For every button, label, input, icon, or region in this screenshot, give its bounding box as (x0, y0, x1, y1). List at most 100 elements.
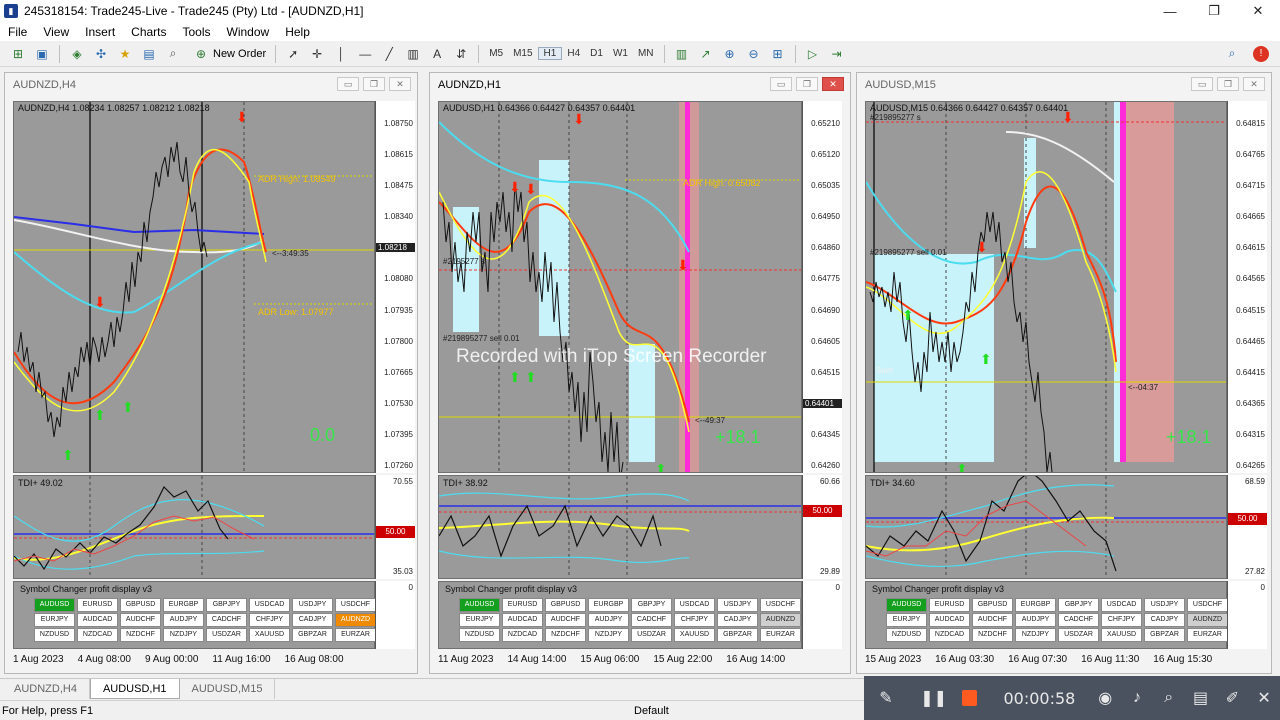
symbol-button-xauusd[interactable]: XAUUSD (249, 628, 290, 642)
symbol-button-eurusd[interactable]: EURUSD (502, 598, 543, 612)
symbol-button-audusd[interactable]: AUDUSD (886, 598, 927, 612)
timeframe-h4[interactable]: H4 (562, 48, 585, 59)
symbol-button-eurjpy[interactable]: EURJPY (886, 613, 927, 627)
symbol-button-audjpy[interactable]: AUDJPY (163, 613, 204, 627)
symbol-button-usdzar[interactable]: USDZAR (631, 628, 672, 642)
cursor-icon[interactable]: ➚ (284, 45, 302, 63)
close-button[interactable]: ✕ (1236, 0, 1280, 22)
crosshair-icon[interactable]: ✛ (308, 45, 326, 63)
symbol-button-nzdjpy[interactable]: NZDJPY (588, 628, 629, 642)
timeframe-h1[interactable]: H1 (537, 47, 563, 60)
stop-button[interactable] (961, 690, 978, 706)
tdi-panel[interactable]: TDI+ 38.92 (438, 475, 802, 579)
vertical-line-icon[interactable]: │ (332, 45, 350, 63)
symbol-button-gbpusd[interactable]: GBPUSD (972, 598, 1013, 612)
restore-button[interactable]: ❐ (1192, 0, 1236, 22)
symbol-button-usdzar[interactable]: USDZAR (206, 628, 247, 642)
symbol-button-nzdchf[interactable]: NZDCHF (972, 628, 1013, 642)
price-chart[interactable]: ⬇ ⬇ ⬇ ⬇ ⬆ ⬆ ⬆ AUDUSD,H1 0.64366 0.64427 … (438, 101, 802, 473)
symbol-button-xauusd[interactable]: XAUUSD (1101, 628, 1142, 642)
chart-minimize-button[interactable]: ▭ (337, 77, 359, 91)
symbol-button-usdzar[interactable]: USDZAR (1058, 628, 1099, 642)
timeframe-w1[interactable]: W1 (608, 48, 633, 59)
symbol-button-audcad[interactable]: AUDCAD (929, 613, 970, 627)
symbol-button-audcad[interactable]: AUDCAD (77, 613, 118, 627)
new-chart-icon[interactable]: ⊞ (9, 45, 27, 63)
symbol-button-gbpzar[interactable]: GBPZAR (292, 628, 333, 642)
new-order-button[interactable]: ⊕ New Order (185, 44, 270, 64)
arrows-icon[interactable]: ⇵ (452, 45, 470, 63)
data-window-icon[interactable]: ✣ (92, 45, 110, 63)
symbol-button-chfjpy[interactable]: CHFJPY (1101, 613, 1142, 627)
alert-icon[interactable]: ! (1253, 45, 1269, 62)
symbol-button-nzdcad[interactable]: NZDCAD (502, 628, 543, 642)
close-recorder-icon[interactable]: ✕ (1248, 682, 1280, 714)
symbol-button-cadchf[interactable]: CADCHF (206, 613, 247, 627)
symbol-button-eurusd[interactable]: EURUSD (77, 598, 118, 612)
symbol-button-gbpzar[interactable]: GBPZAR (717, 628, 758, 642)
chart-window-audusd-m15[interactable]: AUDUSD,M15 ▭ ❐ ✕ ⬇ ⬇ ⬆ ⬆ ⬆ AUDUSD,M15 0.… (856, 72, 1272, 674)
symbol-button-eurgbp[interactable]: EURGBP (588, 598, 629, 612)
symbol-button-gbpjpy[interactable]: GBPJPY (631, 598, 672, 612)
symbol-button-audusd[interactable]: AUDUSD (34, 598, 75, 612)
timeframe-d1[interactable]: D1 (585, 48, 608, 59)
symbol-button-nzdusd[interactable]: NZDUSD (886, 628, 927, 642)
menu-view[interactable]: View (35, 25, 77, 39)
trendline-icon[interactable]: ╱ (380, 45, 398, 63)
symbol-button-cadjpy[interactable]: CADJPY (1144, 613, 1185, 627)
menu-tools[interactable]: Tools (175, 25, 219, 39)
symbol-button-usdchf[interactable]: USDCHF (760, 598, 801, 612)
horizontal-line-icon[interactable]: — (356, 45, 374, 63)
symbol-button-audjpy[interactable]: AUDJPY (1015, 613, 1056, 627)
text-icon[interactable]: A (428, 45, 446, 63)
chart-restore-button[interactable]: ❐ (796, 77, 818, 91)
symbol-button-audchf[interactable]: AUDCHF (972, 613, 1013, 627)
symbol-button-audcad[interactable]: AUDCAD (502, 613, 543, 627)
symbol-button-usdchf[interactable]: USDCHF (1187, 598, 1228, 612)
chart-close-button[interactable]: ✕ (1243, 77, 1265, 91)
symbol-button-usdjpy[interactable]: USDJPY (717, 598, 758, 612)
chart-restore-button[interactable]: ❐ (363, 77, 385, 91)
terminal-icon[interactable]: ▤ (140, 45, 158, 63)
auto-scroll-icon[interactable]: ▷ (804, 45, 822, 63)
tdi-panel[interactable]: TDI+ 34.60 (865, 475, 1227, 579)
symbol-button-gbpzar[interactable]: GBPZAR (1144, 628, 1185, 642)
pause-icon[interactable]: ❚❚ (918, 682, 950, 714)
microphone-icon[interactable]: ♪ (1121, 682, 1153, 714)
chart-restore-button[interactable]: ❐ (1217, 77, 1239, 91)
symbol-button-nzdcad[interactable]: NZDCAD (77, 628, 118, 642)
symbol-button-eurzar[interactable]: EURZAR (335, 628, 376, 642)
tdi-panel[interactable]: TDI+ 49.02 (13, 475, 375, 579)
symbol-button-eurgbp[interactable]: EURGBP (163, 598, 204, 612)
symbol-button-xauusd[interactable]: XAUUSD (674, 628, 715, 642)
zoom-out-icon[interactable]: ⊖ (745, 45, 763, 63)
symbol-button-nzdjpy[interactable]: NZDJPY (1015, 628, 1056, 642)
symbol-button-nzdchf[interactable]: NZDCHF (120, 628, 161, 642)
tab-audusd-m15[interactable]: AUDUSD,M15 (180, 679, 276, 699)
navigator-icon[interactable]: ★ (116, 45, 134, 63)
price-axis[interactable]: 0.65210 0.65120 0.65035 0.64950 0.64860 0.647… (802, 101, 842, 473)
symbol-button-nzdchf[interactable]: NZDCHF (545, 628, 586, 642)
symbol-button-eurgbp[interactable]: EURGBP (1015, 598, 1056, 612)
symbol-button-audchf[interactable]: AUDCHF (545, 613, 586, 627)
price-chart[interactable]: ⬇ ⬇ ⬆ ⬆ ⬆ AUDNZD,H4 1.08234 1.08257 1.08… (13, 101, 375, 473)
market-watch-icon[interactable]: ◈ (68, 45, 86, 63)
symbol-button-eurzar[interactable]: EURZAR (760, 628, 801, 642)
symbol-button-eurzar[interactable]: EURZAR (1187, 628, 1228, 642)
symbol-button-eurusd[interactable]: EURUSD (929, 598, 970, 612)
symbol-button-cadjpy[interactable]: CADJPY (292, 613, 333, 627)
chart-minimize-button[interactable]: ▭ (1191, 77, 1213, 91)
symbol-button-cadchf[interactable]: CADCHF (631, 613, 672, 627)
symbol-button-usdjpy[interactable]: USDJPY (292, 598, 333, 612)
profiles-icon[interactable]: ▣ (33, 45, 51, 63)
menu-help[interactable]: Help (277, 25, 318, 39)
search-icon[interactable]: ⌕ (1223, 45, 1241, 63)
chat-icon[interactable]: ▤ (1185, 682, 1217, 714)
symbol-button-usdcad[interactable]: USDCAD (674, 598, 715, 612)
symbol-button-cadjpy[interactable]: CADJPY (717, 613, 758, 627)
symbol-button-usdcad[interactable]: USDCAD (249, 598, 290, 612)
menu-insert[interactable]: Insert (77, 25, 123, 39)
tab-audnzd-h4[interactable]: AUDNZD,H4 (2, 679, 90, 699)
symbol-button-gbpjpy[interactable]: GBPJPY (1058, 598, 1099, 612)
symbol-button-usdchf[interactable]: USDCHF (335, 598, 376, 612)
